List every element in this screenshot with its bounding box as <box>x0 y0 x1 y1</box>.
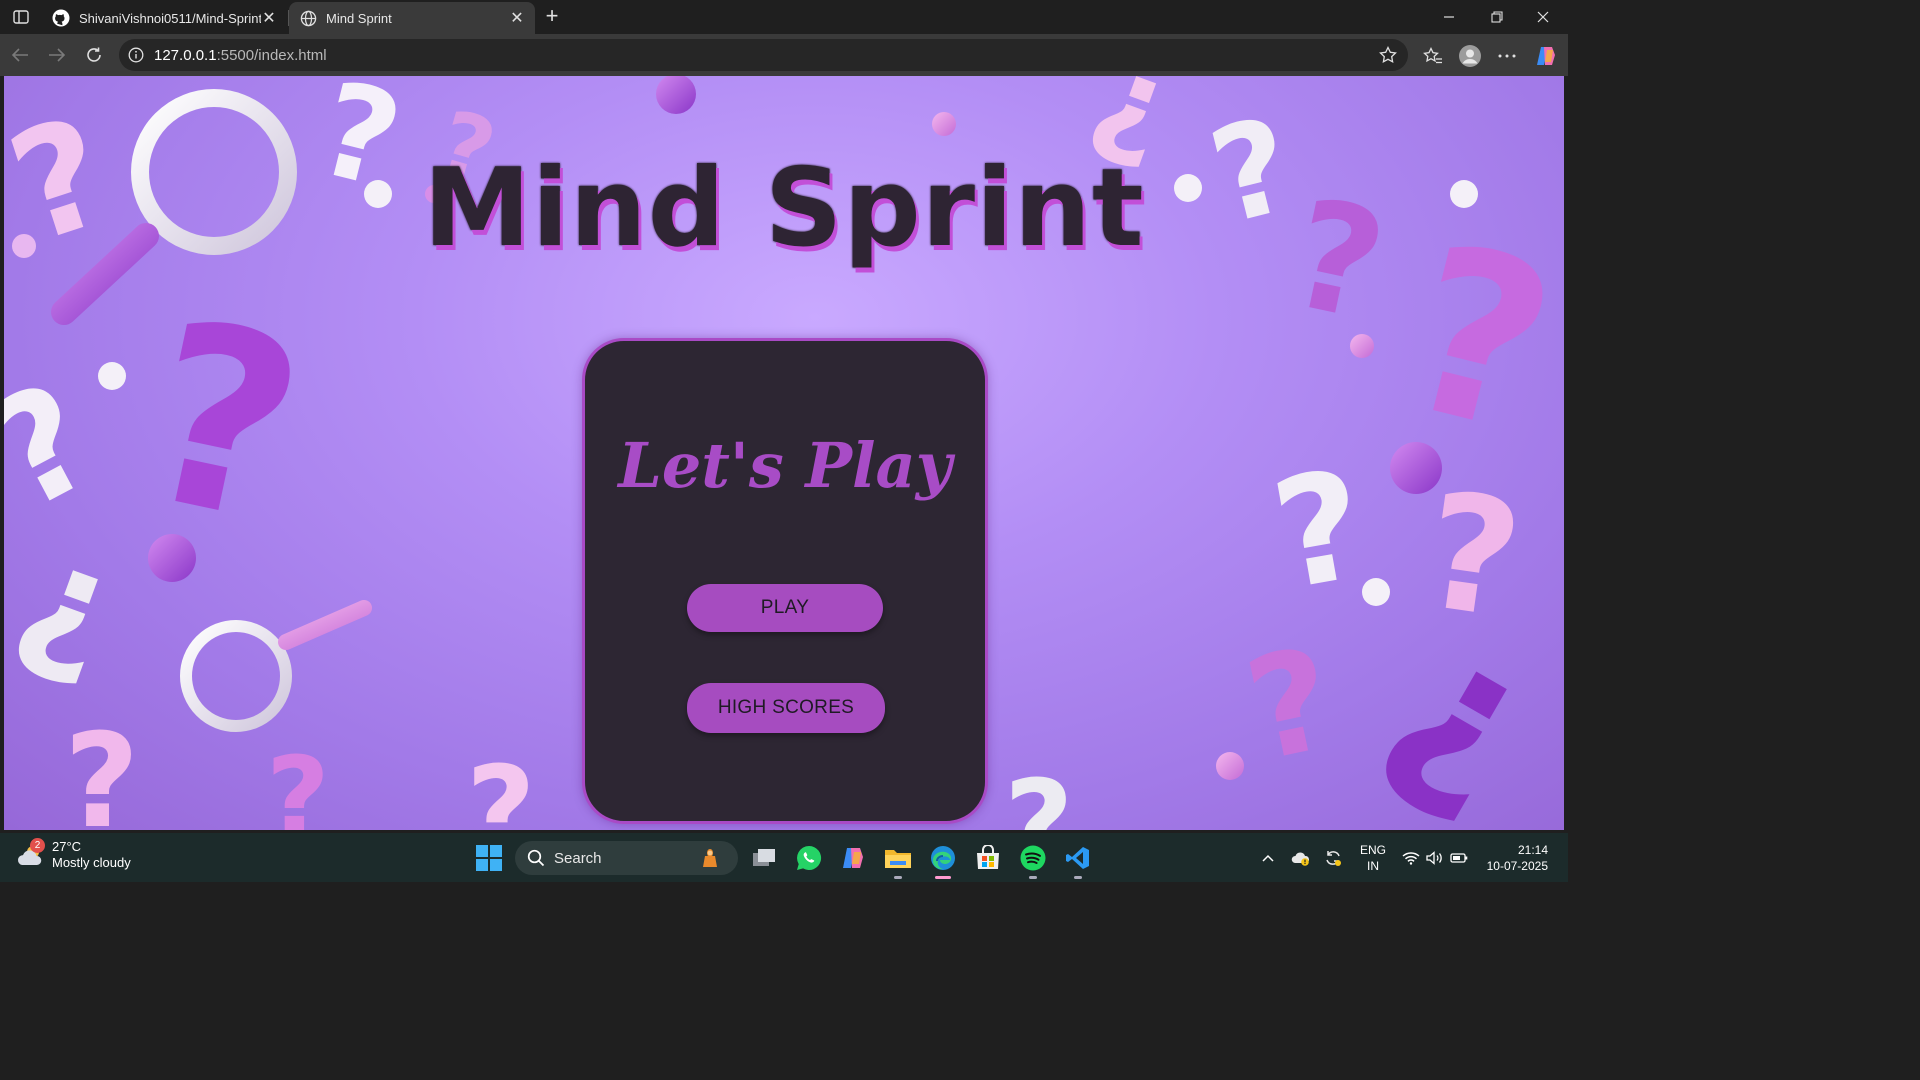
card-heading: Let's Play <box>618 429 952 502</box>
url-text: 127.0.0.1:5500/index.html <box>154 47 327 64</box>
github-icon <box>52 9 70 27</box>
file-explorer-icon[interactable] <box>882 842 914 879</box>
question-mark-decoration: ? <box>64 705 140 830</box>
forward-arrow-icon[interactable] <box>44 42 70 68</box>
windows-taskbar: 2 27°C Mostly cloudy Search ENG IN 21:14… <box>0 833 1568 882</box>
weather-badge: 2 <box>30 838 45 853</box>
question-mark-decoration: ? <box>121 265 324 580</box>
app-running-indicator <box>1074 876 1082 879</box>
minimize-icon[interactable] <box>1426 0 1472 34</box>
tab-github-repo[interactable]: ShivaniVishnoi0511/Mind-Sprint ✕ <box>42 2 287 34</box>
app-active-indicator <box>935 876 951 879</box>
question-mark-decoration: ? <box>1004 756 1074 831</box>
tab-mind-sprint[interactable]: Mind Sprint ✕ <box>289 2 535 34</box>
question-mark-decoration: ? <box>4 524 135 718</box>
reload-icon[interactable] <box>81 42 107 68</box>
whatsapp-icon[interactable] <box>793 842 825 874</box>
favorite-star-icon[interactable] <box>1378 45 1398 65</box>
tab-close-icon[interactable]: ✕ <box>509 10 525 27</box>
edge-browser-icon[interactable] <box>927 842 959 879</box>
url-host: 127.0.0.1 <box>154 46 217 64</box>
restore-icon[interactable] <box>1474 0 1520 34</box>
weather-condition: Mostly cloudy <box>52 855 131 870</box>
favorites-icon[interactable] <box>1420 43 1446 69</box>
sidebar-toggle-icon[interactable] <box>8 5 34 29</box>
question-mark-decoration: ? <box>4 349 121 545</box>
globe-icon <box>299 9 317 27</box>
high-scores-button[interactable]: HIGH SCORES <box>687 683 885 733</box>
vscode-icon[interactable] <box>1062 842 1094 879</box>
sync-icon[interactable] <box>1322 833 1344 882</box>
search-icon <box>526 848 546 868</box>
question-mark-decoration: ? <box>266 733 330 830</box>
magnifier-icon <box>180 600 372 732</box>
tab-title: ShivaniVishnoi0511/Mind-Sprint <box>79 10 261 26</box>
question-mark-decoration: ? <box>466 742 536 831</box>
weather-cloud-icon: 2 <box>16 838 46 870</box>
show-hidden-icons-chevron-icon[interactable] <box>1258 833 1278 882</box>
browser-toolbar: 127.0.0.1:5500/index.html <box>0 34 1568 76</box>
copilot-icon[interactable] <box>1533 43 1559 69</box>
spotify-icon[interactable] <box>1017 842 1049 879</box>
clock-time: 21:14 <box>1517 843 1548 857</box>
battery-icon[interactable] <box>1448 833 1470 882</box>
back-arrow-icon[interactable] <box>7 42 33 68</box>
url-path: :5500/index.html <box>216 46 327 64</box>
onedrive-warning-icon[interactable] <box>1290 833 1312 882</box>
app-running-indicator <box>1029 876 1037 879</box>
region-code: IN <box>1367 859 1379 873</box>
address-bar[interactable]: 127.0.0.1:5500/index.html <box>119 39 1408 71</box>
task-view-icon[interactable] <box>748 842 780 874</box>
browser-tab-strip: ShivaniVishnoi0511/Mind-Sprint ✕ Mind Sp… <box>0 0 1568 34</box>
site-info-icon[interactable] <box>127 46 145 64</box>
menu-card: Let's Play PLAY HIGH SCORES <box>582 338 988 824</box>
volume-icon[interactable] <box>1424 833 1446 882</box>
close-window-icon[interactable] <box>1520 0 1566 34</box>
new-tab-icon[interactable]: + <box>540 3 564 28</box>
tab-title: Mind Sprint <box>326 10 392 26</box>
language-code: ENG <box>1359 843 1386 857</box>
search-placeholder: Search <box>554 849 602 867</box>
microsoft-store-icon[interactable] <box>972 842 1004 874</box>
game-page: ? ? ? ? ? ? ? ? ? ? ? ? ? ? ? ? ? ? Mind… <box>4 76 1564 830</box>
more-options-icon[interactable] <box>1494 43 1520 69</box>
play-button[interactable]: PLAY <box>687 584 883 632</box>
taskbar-search[interactable]: Search <box>515 841 738 875</box>
app-running-indicator <box>894 876 902 879</box>
question-mark-decoration: ? <box>1343 606 1561 830</box>
weather-widget[interactable]: 2 27°C Mostly cloudy <box>16 838 131 871</box>
weather-temp: 27°C <box>52 839 82 854</box>
language-indicator[interactable]: ENG IN <box>1358 842 1388 874</box>
game-title: Mind Sprint <box>423 146 1145 271</box>
wifi-icon[interactable] <box>1400 833 1422 882</box>
windows-start-icon[interactable] <box>476 845 502 871</box>
question-mark-decoration: ? <box>1261 437 1378 625</box>
question-mark-decoration: ? <box>1233 617 1348 794</box>
tab-close-icon[interactable]: ✕ <box>261 10 277 27</box>
search-highlight-icon <box>698 846 722 870</box>
profile-avatar-icon[interactable] <box>1457 43 1483 69</box>
copilot-app-icon[interactable] <box>837 842 869 874</box>
system-clock[interactable]: 21:14 10-07-2025 <box>1478 842 1548 874</box>
clock-date: 10-07-2025 <box>1486 859 1548 873</box>
